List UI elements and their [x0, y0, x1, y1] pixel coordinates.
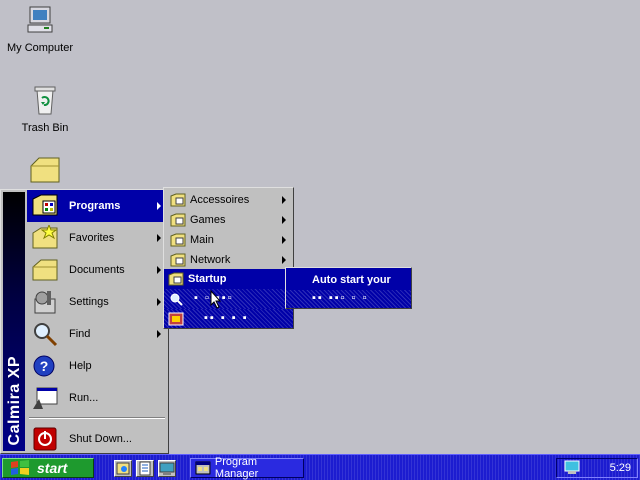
submenu-arrow-icon [157, 330, 161, 338]
start-menu-item-documents[interactable]: Documents [27, 254, 167, 286]
programs-item-scrambled-2[interactable]: ▪▪ ▪ ▪ ▪ [164, 309, 293, 328]
start-menu-item-label: Programs [69, 200, 121, 212]
startup-item-label: ▪▪ ▪▪▫ ▫ ▫ [312, 292, 369, 304]
my-computer-icon [27, 6, 53, 33]
favorites-folder-icon [32, 225, 58, 249]
program-manager-icon [195, 461, 211, 475]
start-menu-item-label: Settings [69, 296, 109, 308]
find-icon [34, 323, 58, 347]
windows-flag-icon [11, 460, 29, 475]
run-icon [33, 387, 58, 409]
start-menu-item-help[interactable]: ? Help [27, 350, 167, 382]
program-group-icon [170, 213, 186, 227]
svg-text:?: ? [40, 358, 49, 374]
programs-submenu: Accessoires Games Main Network Startup ▪… [163, 187, 294, 329]
start-menu-item-shutdown[interactable]: Shut Down... [27, 423, 167, 455]
settings-icon [34, 291, 56, 314]
program-group-icon [170, 233, 186, 247]
submenu-arrow-icon [157, 234, 161, 242]
notepad-icon [139, 461, 151, 476]
programs-item-main[interactable]: Main [166, 230, 292, 250]
desktop-icon-label: Trash Bin [21, 122, 69, 134]
startup-item-auto-start[interactable]: Auto start your [286, 270, 411, 290]
start-menu-item-label: Run... [69, 392, 99, 404]
submenu-arrow-icon [157, 266, 161, 274]
programs-item-games[interactable]: Games [166, 210, 292, 230]
system-tray: 5:29 [556, 458, 638, 478]
quicklaunch-explorer[interactable] [114, 460, 132, 477]
start-menu-item-label: Find [69, 328, 91, 340]
programs-item-accessoires[interactable]: Accessoires [166, 190, 292, 210]
quicklaunch-desktop[interactable] [158, 460, 176, 477]
start-menu-item-find[interactable]: Find [27, 318, 167, 350]
programs-item-network[interactable]: Network [166, 250, 292, 270]
start-button[interactable]: start [2, 458, 94, 478]
start-menu-separator [29, 417, 165, 419]
magnifier-icon [170, 293, 183, 306]
start-menu-banner-text: Calmira XP [6, 355, 23, 445]
programs-icon [32, 194, 58, 216]
programs-item-label: Network [190, 254, 231, 266]
submenu-arrow-icon [157, 298, 161, 306]
desktop-icon-folder[interactable] [5, 154, 85, 192]
desktop-icon-my-computer[interactable]: My Computer [0, 4, 80, 54]
programs-item-label: Games [190, 214, 226, 226]
start-menu-item-settings[interactable]: Settings [27, 286, 167, 318]
folder-icon [30, 157, 60, 183]
shutdown-icon [33, 427, 57, 451]
program-icon [168, 312, 184, 326]
start-menu-item-favorites[interactable]: Favorites [27, 222, 167, 254]
recycle-bin-icon [34, 86, 56, 115]
clock[interactable]: 5:29 [610, 462, 631, 474]
documents-folder-icon [32, 259, 58, 281]
start-menu-item-label: Documents [69, 264, 125, 276]
submenu-arrow-icon [282, 196, 286, 204]
startup-item-scrambled[interactable]: ▪▪ ▪▪▫ ▫ ▫ [286, 290, 411, 308]
startup-submenu: Auto start your ▪▪ ▪▪▫ ▫ ▫ [285, 267, 412, 309]
startup-item-label: Auto start your [312, 274, 391, 286]
explorer-icon [116, 462, 130, 475]
desktop-icon-label: My Computer [6, 42, 74, 54]
programs-item-label: ▪▪ ▪ ▪ ▪ [204, 312, 249, 324]
start-menu: Calmira XP Programs Favorites Documents [0, 189, 169, 454]
start-menu-banner: Calmira XP [3, 192, 25, 451]
taskbar-button-program-manager[interactable]: Program Manager [190, 456, 304, 480]
submenu-arrow-icon [282, 216, 286, 224]
programs-item-scrambled-1[interactable]: ▪ ▫ ▪▪▫ [164, 289, 293, 309]
programs-item-label: Accessoires [190, 194, 250, 206]
start-menu-item-label: Help [69, 360, 92, 372]
start-menu-item-programs[interactable]: Programs [27, 190, 167, 222]
taskbar: start Program Manager 5:29 [0, 454, 640, 480]
mouse-cursor-icon [210, 290, 222, 309]
start-menu-item-run[interactable]: Run... [27, 382, 167, 414]
programs-item-label: Main [190, 234, 214, 246]
submenu-arrow-icon [282, 256, 286, 264]
program-group-icon [170, 253, 186, 267]
programs-item-startup[interactable]: Startup [164, 269, 293, 289]
start-button-label: start [37, 460, 68, 476]
tray-monitor-icon[interactable] [563, 460, 581, 476]
submenu-arrow-icon [282, 236, 286, 244]
desktop-icon-trash-bin[interactable]: Trash Bin [5, 84, 85, 134]
programs-item-label: Startup [188, 273, 227, 285]
program-group-icon [168, 272, 184, 286]
quicklaunch-notepad[interactable] [136, 460, 154, 477]
submenu-arrow-icon [157, 202, 161, 210]
show-desktop-icon [159, 462, 175, 475]
program-group-icon [170, 193, 186, 207]
start-menu-item-label: Favorites [69, 232, 115, 244]
taskbar-button-label: Program Manager [214, 456, 259, 480]
help-icon: ? [33, 355, 55, 377]
start-menu-item-label: Shut Down... [69, 433, 132, 445]
